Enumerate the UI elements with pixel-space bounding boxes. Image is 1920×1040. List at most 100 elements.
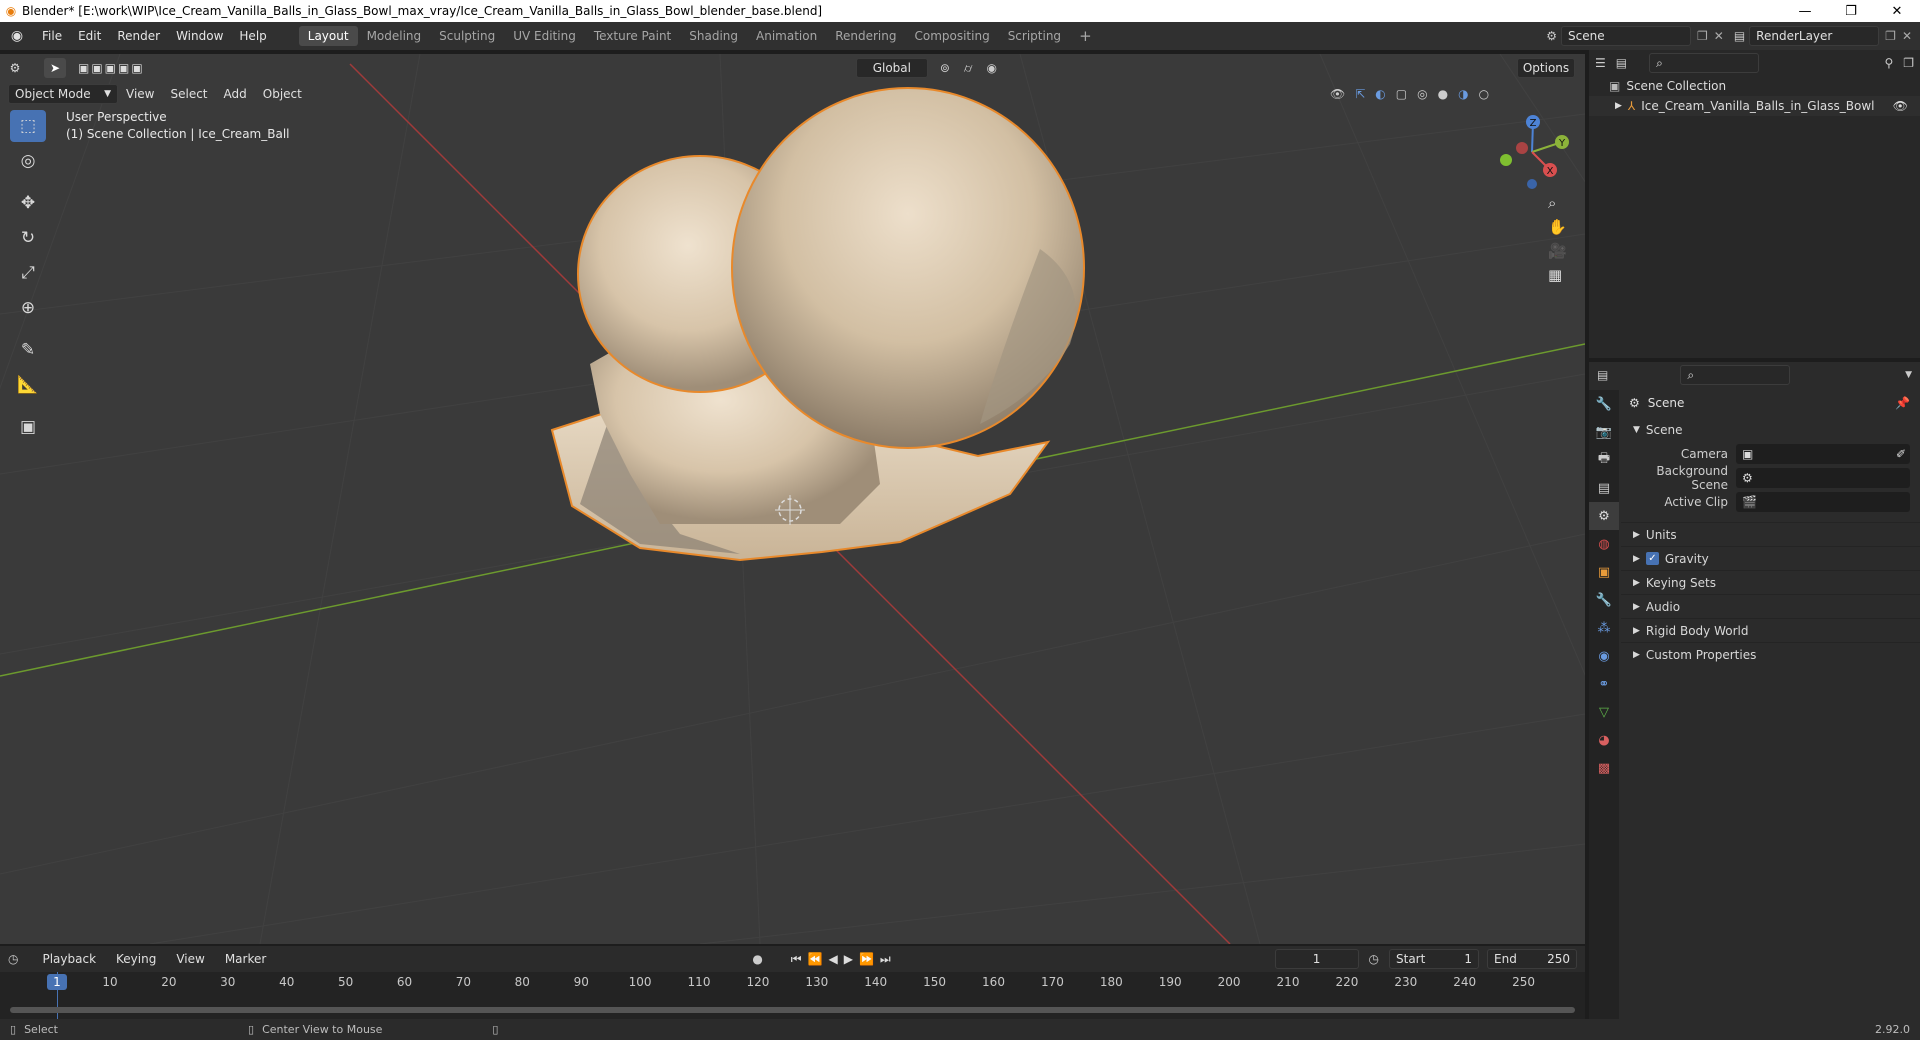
tab-rendering[interactable]: Rendering: [826, 26, 905, 46]
panel-audio[interactable]: ▶ Audio: [1621, 594, 1920, 618]
panel-keying-sets[interactable]: ▶ Keying Sets: [1621, 570, 1920, 594]
menu-file[interactable]: File: [34, 22, 70, 50]
eye-visibility-icon[interactable]: 👁: [1893, 99, 1908, 113]
chevron-down-icon[interactable]: ▼: [1905, 370, 1912, 380]
tab-sculpting[interactable]: Sculpting: [430, 26, 504, 46]
select-box-tool[interactable]: ⬚: [10, 110, 46, 142]
expand-arrow-icon[interactable]: ▶: [1615, 101, 1622, 111]
tab-compositing[interactable]: Compositing: [905, 26, 998, 46]
world-tab-icon[interactable]: ◍: [1589, 530, 1619, 558]
panel-rigid-body-world[interactable]: ▶ Rigid Body World: [1621, 618, 1920, 642]
panel-custom-properties[interactable]: ▶ Custom Properties: [1621, 642, 1920, 666]
scene-icon[interactable]: ⚙: [1546, 29, 1557, 43]
select-mode-icon[interactable]: ➤: [44, 58, 66, 78]
tab-uv-editing[interactable]: UV Editing: [504, 26, 585, 46]
tab-layout[interactable]: Layout: [298, 26, 358, 46]
visibility-icon[interactable]: 👁: [1330, 87, 1345, 101]
new-scene-icon[interactable]: ❐: [1697, 29, 1708, 43]
active-clip-field[interactable]: 🎬: [1736, 492, 1910, 512]
eyedropper-icon[interactable]: ✐: [1896, 447, 1906, 461]
playback-menu[interactable]: Playback: [34, 948, 104, 970]
constraints-tab-icon[interactable]: ⚭: [1589, 670, 1619, 698]
zoom-icon[interactable]: ⌕: [1548, 194, 1567, 212]
material-tab-icon[interactable]: ◕: [1589, 726, 1619, 754]
add-cube-tool[interactable]: ▣: [10, 411, 46, 443]
outliner-editor-icon[interactable]: ☰: [1595, 56, 1606, 70]
gizmo-toggle-icon[interactable]: ⇱: [1355, 87, 1365, 101]
properties-editor-icon[interactable]: ▤: [1597, 368, 1608, 382]
particles-tab-icon[interactable]: ⁂: [1589, 614, 1619, 642]
end-frame-field[interactable]: End 250: [1487, 949, 1577, 969]
keying-menu[interactable]: Keying: [108, 948, 164, 970]
options-button[interactable]: Options: [1517, 58, 1575, 78]
output-tab-icon[interactable]: 🖶: [1589, 446, 1619, 474]
pivot-icon[interactable]: ⊚: [940, 61, 950, 75]
data-tab-icon[interactable]: ▽: [1589, 698, 1619, 726]
measure-tool[interactable]: 📐: [10, 369, 46, 401]
select-menu[interactable]: Select: [162, 83, 215, 105]
annotate-tool[interactable]: ✎: [10, 334, 46, 366]
panel-units[interactable]: ▶ Units: [1621, 522, 1920, 546]
add-workspace-icon[interactable]: +: [1070, 26, 1101, 46]
timeline-scrollbar[interactable]: [10, 1007, 1575, 1013]
transform-orientation[interactable]: Global: [855, 58, 928, 78]
3d-viewport[interactable]: User Perspective (1) Scene Collection | …: [0, 54, 1585, 944]
render-tab-icon[interactable]: 📷: [1589, 418, 1619, 446]
cursor-tool[interactable]: ◎: [10, 145, 46, 177]
object-menu[interactable]: Object: [255, 83, 310, 105]
camera-field[interactable]: ▣ ✐: [1736, 444, 1910, 464]
selection-modes-icon[interactable]: ▣▣▣▣▣: [78, 61, 145, 75]
tab-modeling[interactable]: Modeling: [358, 26, 431, 46]
timeline-editor-icon[interactable]: ◷: [8, 952, 18, 966]
current-frame-field[interactable]: 1: [1274, 949, 1359, 969]
start-frame-field[interactable]: Start 1: [1389, 949, 1479, 969]
frame-ruler[interactable]: 1 10 20 30 40 50 60 70 80 90 100 110 120 130 140 150 160…: [0, 972, 1585, 1019]
properties-search-input[interactable]: ⌕: [1680, 365, 1791, 385]
snap-icon[interactable]: ⌭: [964, 61, 973, 76]
record-icon[interactable]: ●: [752, 952, 762, 966]
new-collection-icon[interactable]: ❐: [1903, 56, 1914, 70]
close-button[interactable]: ✕: [1874, 0, 1920, 22]
transform-tool[interactable]: ⊕: [10, 292, 46, 324]
editor-type-icon[interactable]: ⚙: [0, 61, 30, 75]
renderlayer-icon[interactable]: ▤: [1734, 29, 1745, 43]
rotate-tool[interactable]: ↻: [10, 222, 46, 254]
tab-animation[interactable]: Animation: [747, 26, 826, 46]
maximize-button[interactable]: ❐: [1828, 0, 1874, 22]
navigation-gizmo[interactable]: Z Y X: [1490, 110, 1570, 190]
playback-controls[interactable]: ⏮⏪◀▶⏩⏭: [791, 952, 897, 967]
tab-texture-paint[interactable]: Texture Paint: [585, 26, 680, 46]
tab-scripting[interactable]: Scripting: [999, 26, 1070, 46]
texture-tab-icon[interactable]: ▩: [1589, 754, 1619, 782]
menu-help[interactable]: Help: [231, 22, 274, 50]
tab-shading[interactable]: Shading: [680, 26, 747, 46]
marker-menu[interactable]: Marker: [217, 948, 274, 970]
filter-icon[interactable]: ⚲: [1884, 56, 1893, 70]
object-mode-dropdown[interactable]: Object Mode ▼: [8, 84, 118, 104]
outliner-search-input[interactable]: ⌕: [1649, 53, 1760, 73]
ortho-grid-icon[interactable]: ▦: [1548, 266, 1567, 284]
camera-view-icon[interactable]: 🎥: [1548, 242, 1567, 260]
menu-edit[interactable]: Edit: [70, 22, 109, 50]
delete-scene-icon[interactable]: ✕: [1714, 29, 1724, 43]
timeline-view-menu[interactable]: View: [168, 948, 212, 970]
blender-menu-icon[interactable]: ◉: [0, 28, 34, 44]
view-menu[interactable]: View: [118, 83, 162, 105]
add-menu[interactable]: Add: [216, 83, 255, 105]
renderlayer-selector[interactable]: RenderLayer: [1749, 26, 1880, 46]
new-renderlayer-icon[interactable]: ❐: [1885, 29, 1896, 43]
menu-render[interactable]: Render: [109, 22, 168, 50]
panel-gravity[interactable]: ▶ ✓ Gravity: [1621, 546, 1920, 570]
view-layer-tab-icon[interactable]: ▤: [1589, 474, 1619, 502]
panel-scene[interactable]: ▼ Scene: [1621, 418, 1920, 442]
move-tool[interactable]: ✥: [10, 187, 46, 219]
wireframe-shading-icon[interactable]: ◎: [1417, 87, 1427, 101]
menu-window[interactable]: Window: [168, 22, 231, 50]
scene-tab-icon[interactable]: ⚙: [1589, 502, 1619, 530]
modifier-tab-icon[interactable]: 🔧: [1589, 586, 1619, 614]
overlay-toggle-icon[interactable]: ◐: [1375, 87, 1385, 101]
tool-tab-icon[interactable]: 🔧: [1589, 390, 1619, 418]
pan-hand-icon[interactable]: ✋: [1548, 218, 1567, 236]
rendered-shading-icon[interactable]: ○: [1479, 87, 1489, 101]
solid-shading-icon[interactable]: ●: [1438, 87, 1448, 101]
